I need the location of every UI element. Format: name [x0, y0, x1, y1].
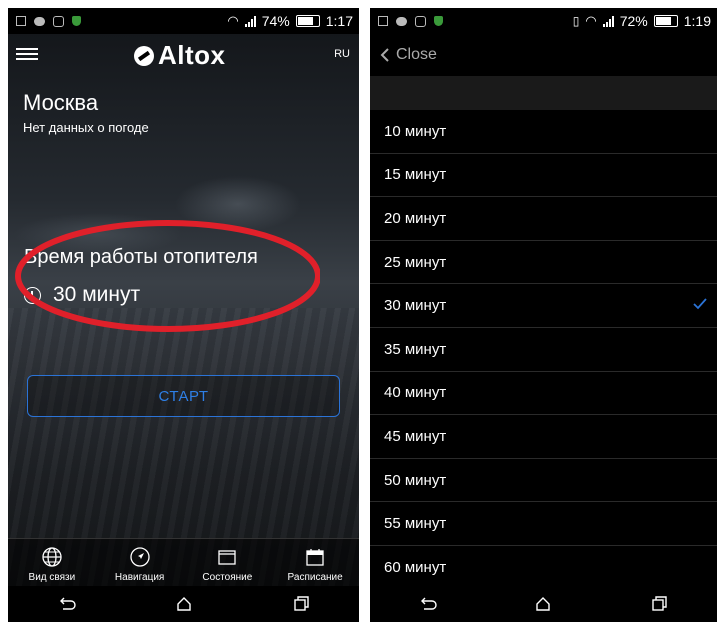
phone-screen-picker: ▯ ◠ 72% 1:19 Close 10 минут 15 минут 20 … [370, 8, 717, 622]
option-label: 25 минут [384, 253, 447, 271]
nav-label: Навигация [114, 572, 165, 583]
status-window-icon [218, 550, 237, 565]
close-label: Close [396, 46, 437, 63]
recent-apps-icon[interactable] [650, 595, 668, 613]
logo-icon [134, 45, 154, 66]
list-item[interactable]: 15 минут [370, 154, 717, 198]
nav-connection-type[interactable]: Вид связи [8, 539, 96, 587]
list-item[interactable]: 25 минут [370, 241, 717, 285]
battery-icon [295, 15, 320, 27]
option-label: 60 минут [384, 558, 447, 576]
phone-screen-main: ◠ 74% 1:17 Altox RU Москва Нет данных о … [8, 8, 359, 622]
heater-runtime-value: 30 минут [53, 283, 141, 306]
app-logo: Altox [134, 40, 226, 71]
home-icon[interactable] [175, 595, 193, 613]
back-icon[interactable] [419, 595, 437, 613]
clock-icon [24, 286, 41, 304]
language-toggle[interactable]: RU [334, 48, 350, 60]
shield-icon [72, 16, 81, 26]
list-item[interactable]: 55 минут [370, 502, 717, 546]
recent-apps-icon[interactable] [292, 595, 310, 613]
system-navigation-bar [370, 586, 717, 622]
nav-navigation[interactable]: Навигация [96, 539, 184, 587]
message-icon [396, 16, 407, 26]
list-item[interactable]: 60 минут [370, 546, 717, 590]
start-button[interactable]: СТАРТ [27, 375, 340, 417]
hamburger-menu-icon[interactable] [16, 48, 38, 60]
heater-runtime-title[interactable]: Время работы отопителя [24, 246, 258, 269]
city-name: Москва [23, 90, 99, 115]
battery-icon [653, 15, 678, 27]
logo-text: Altox [158, 40, 226, 70]
list-item[interactable]: 45 минут [370, 415, 717, 459]
heater-runtime-selector[interactable]: 30 минут [24, 283, 140, 307]
bottom-navigation: Вид связи Навигация Состояние Расписание [8, 538, 359, 587]
vibrate-icon: ▯ [572, 14, 580, 28]
status-bar: ▯ ◠ 72% 1:19 [370, 8, 717, 34]
notification-icon [16, 16, 26, 26]
checkmark-icon [693, 298, 707, 310]
list-item-selected[interactable]: 30 минут [370, 284, 717, 328]
home-icon[interactable] [534, 595, 552, 613]
close-button[interactable]: Close [370, 34, 717, 76]
battery-percent: 74% [261, 13, 290, 29]
message-icon [34, 16, 45, 26]
clock-time: 1:17 [325, 13, 353, 29]
system-navigation-bar [8, 586, 359, 622]
option-label: 20 минут [384, 209, 447, 227]
option-label: 45 минут [384, 427, 447, 445]
instagram-icon [415, 15, 426, 27]
picker-header [370, 76, 717, 110]
wifi-icon: ◠ [585, 13, 597, 28]
list-item[interactable]: 10 минут [370, 110, 717, 154]
nav-label: Расписание [287, 572, 343, 583]
back-icon[interactable] [58, 595, 76, 613]
list-item[interactable]: 20 минут [370, 197, 717, 241]
chevron-left-icon [380, 48, 389, 62]
list-item[interactable]: 40 минут [370, 372, 717, 416]
status-bar: ◠ 74% 1:17 [8, 8, 359, 34]
option-label: 55 минут [384, 515, 447, 533]
clock-time: 1:19 [683, 13, 711, 29]
weather-status: Нет данных о погоде [23, 120, 149, 135]
nav-status[interactable]: Состояние [184, 539, 272, 587]
option-label: 35 минут [384, 340, 447, 358]
wifi-icon: ◠ [227, 13, 239, 28]
list-item[interactable]: 35 минут [370, 328, 717, 372]
list-item[interactable]: 50 минут [370, 459, 717, 503]
option-label: 50 минут [384, 471, 447, 489]
option-label: 10 минут [384, 122, 447, 140]
option-label: 15 минут [384, 166, 447, 184]
option-label: 30 минут [384, 297, 447, 315]
app-bar: Altox RU [8, 34, 359, 74]
instagram-icon [53, 15, 64, 27]
navigation-arrow-icon [129, 547, 150, 567]
battery-percent: 72% [619, 13, 648, 29]
nav-label: Вид связи [28, 572, 76, 583]
signal-icon [244, 15, 256, 27]
globe-icon [42, 547, 62, 567]
signal-icon [602, 15, 614, 27]
duration-options-list: 10 минут 15 минут 20 минут 25 минут 30 м… [370, 110, 717, 590]
shield-icon [434, 16, 443, 26]
calendar-icon [306, 549, 324, 566]
nav-label: Состояние [202, 572, 253, 583]
notification-icon [378, 16, 388, 26]
option-label: 40 минут [384, 384, 447, 402]
nav-schedule[interactable]: Расписание [271, 539, 359, 587]
